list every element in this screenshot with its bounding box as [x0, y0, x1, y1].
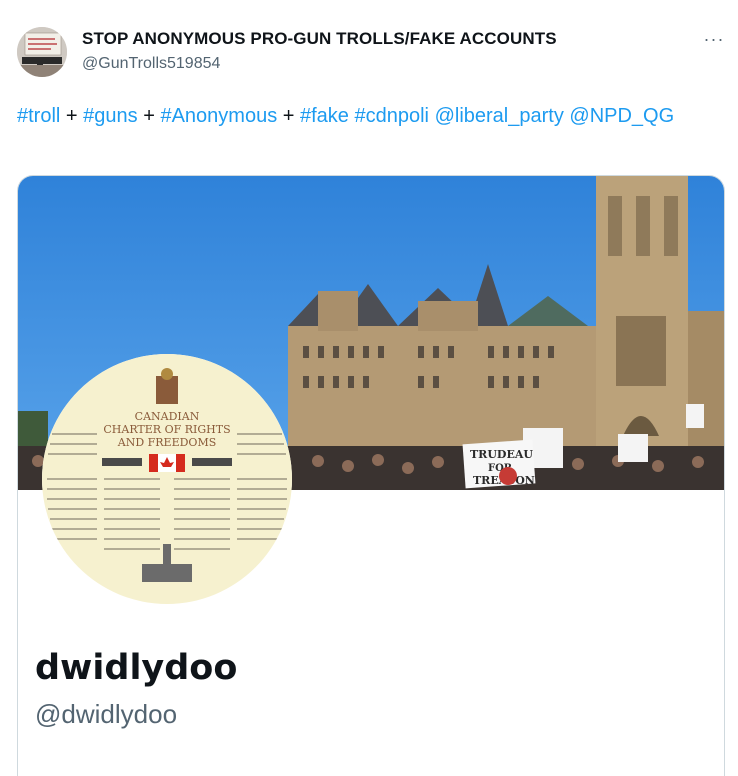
- mention-liberal-party[interactable]: @liberal_party: [435, 105, 564, 127]
- avatar-title-line-3: AND FREEDOMS: [117, 436, 217, 449]
- avatar-title-line-1: CANADIAN: [135, 410, 200, 423]
- text-separator: +: [60, 105, 84, 127]
- hashtag-cdnpoli[interactable]: #cdnpoli: [355, 105, 430, 127]
- profile-display-name[interactable]: dwidlydoo: [35, 648, 237, 688]
- profile-avatar[interactable]: CANADIAN CHARTER OF RIGHTS AND FREEDOMS: [42, 354, 292, 604]
- text-separator: +: [277, 105, 300, 127]
- hashtag-fake[interactable]: #fake: [300, 105, 349, 127]
- more-options-button[interactable]: ···: [697, 28, 731, 50]
- charter-avatar-image: CANADIAN CHARTER OF RIGHTS AND FREEDOMS: [42, 354, 292, 604]
- sign-line-1: TRUDEAU: [470, 448, 533, 461]
- profile-handle[interactable]: @dwidlydoo: [35, 699, 177, 730]
- hashtag-troll[interactable]: #troll: [17, 105, 60, 127]
- text-separator: +: [137, 105, 161, 127]
- hashtag-anonymous[interactable]: #Anonymous: [160, 105, 277, 127]
- author-avatar-image: [17, 27, 67, 77]
- mention-npd-qg[interactable]: @NPD_QG: [569, 105, 674, 127]
- author-display-name[interactable]: STOP ANONYMOUS PRO-GUN TROLLS/FAKE ACCOU…: [82, 29, 557, 49]
- hashtag-guns[interactable]: #guns: [83, 105, 138, 127]
- author-avatar[interactable]: [17, 27, 67, 77]
- profile-card[interactable]: TRUDEAU FOR TREASON CANADIAN CHARTER OF …: [17, 175, 725, 776]
- post-text: #troll + #guns + #Anonymous + #fake #cdn…: [17, 102, 717, 131]
- more-icon: ···: [703, 28, 725, 49]
- author-handle[interactable]: @GunTrolls519854: [82, 55, 220, 73]
- avatar-title-line-2: CHARTER OF RIGHTS: [103, 423, 230, 436]
